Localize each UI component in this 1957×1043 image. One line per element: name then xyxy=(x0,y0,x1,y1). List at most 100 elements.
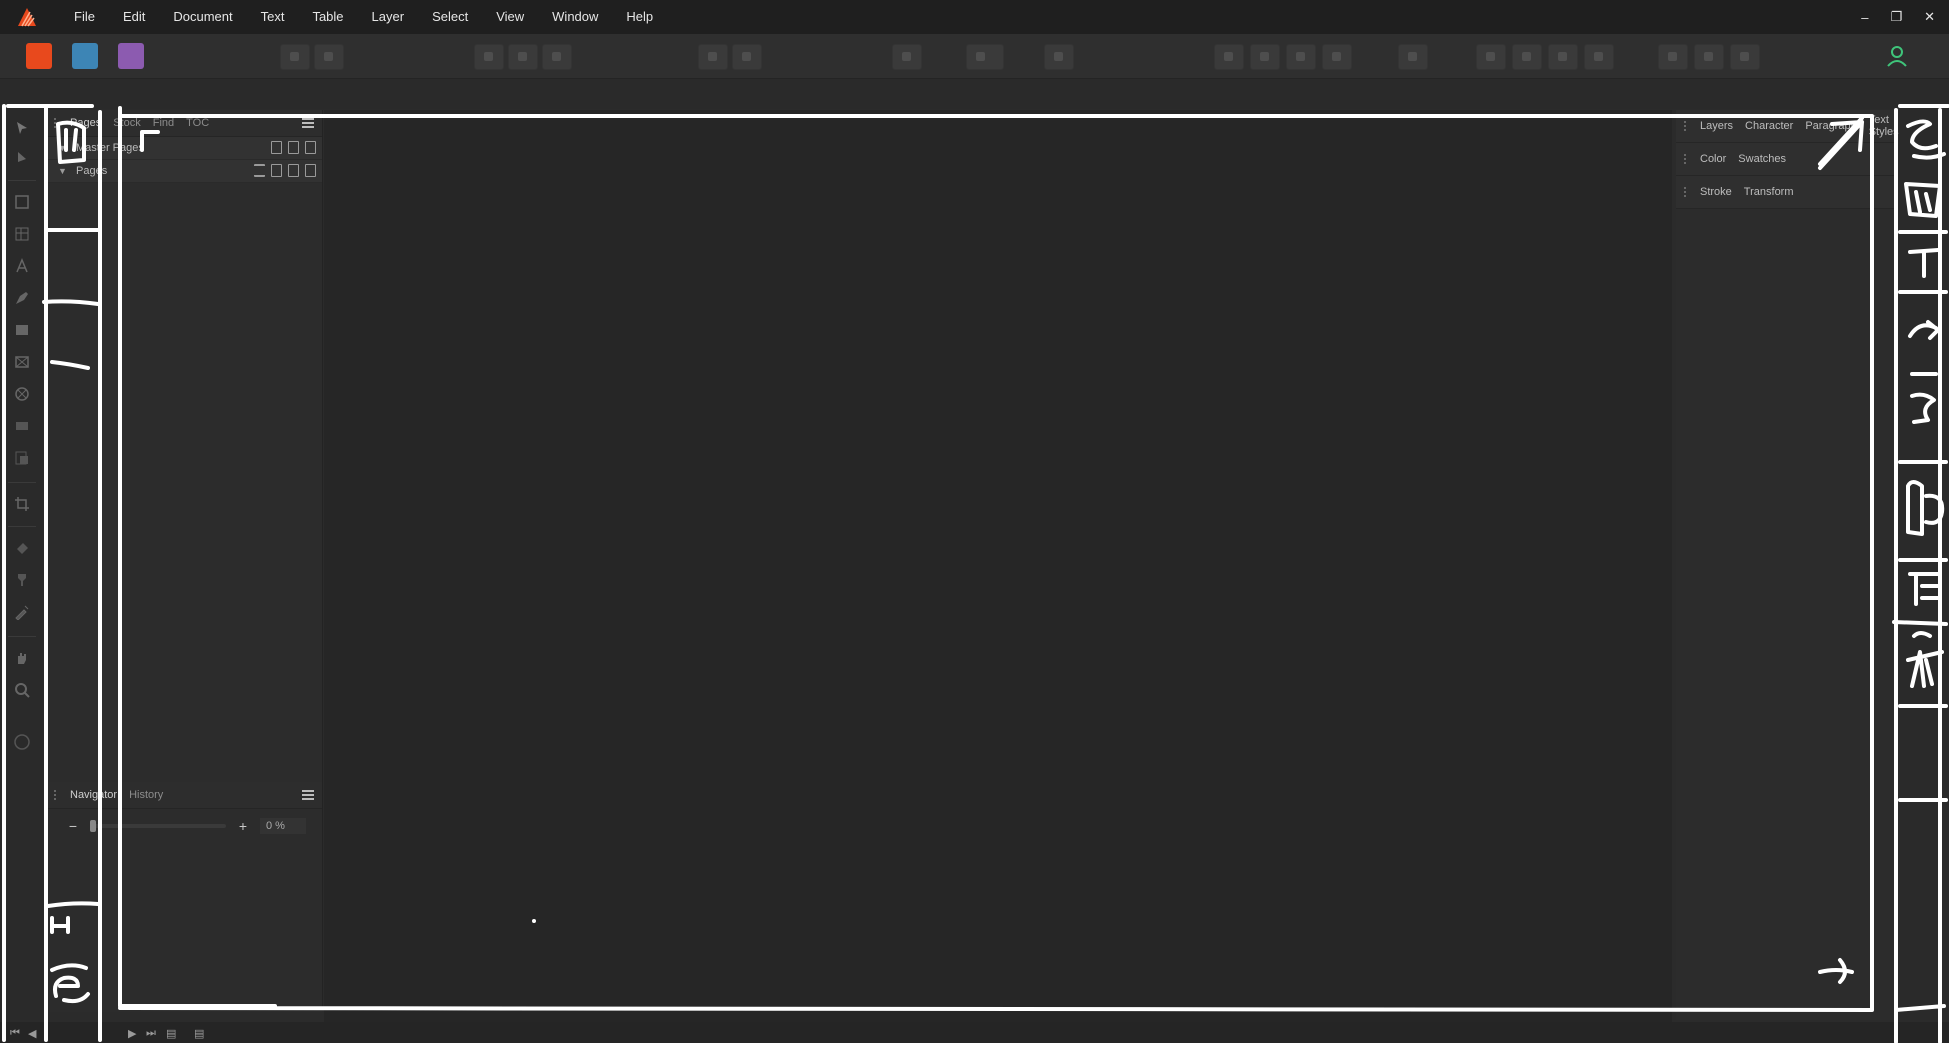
toolbar-button[interactable] xyxy=(1512,44,1542,70)
tab-pages[interactable]: Pages xyxy=(70,117,101,129)
toolbar-button[interactable] xyxy=(1476,44,1506,70)
menu-view[interactable]: View xyxy=(482,0,538,34)
snapping-button[interactable] xyxy=(1044,44,1074,70)
crop-tool-icon[interactable] xyxy=(14,496,30,512)
panel-grip-icon[interactable] xyxy=(54,118,62,128)
toolbar-button[interactable] xyxy=(732,44,762,70)
tab-color[interactable]: Color xyxy=(1700,153,1726,165)
designer-persona-icon[interactable] xyxy=(72,43,98,69)
panel-grip-icon[interactable] xyxy=(54,790,62,800)
menu-window[interactable]: Window xyxy=(538,0,612,34)
tab-find[interactable]: Find xyxy=(153,117,174,129)
tab-transform[interactable]: Transform xyxy=(1744,186,1794,198)
panel-menu-icon[interactable] xyxy=(302,790,314,800)
delete-page-icon[interactable] xyxy=(305,164,316,177)
tab-stock[interactable]: Stock xyxy=(113,117,141,129)
next-page-icon[interactable]: ▶ xyxy=(128,1027,136,1040)
zoom-tool-icon[interactable] xyxy=(14,682,30,698)
zoom-slider-knob[interactable] xyxy=(90,820,96,832)
toolbar-button[interactable] xyxy=(280,44,310,70)
delete-master-icon[interactable] xyxy=(305,141,316,154)
vector-crop-tool-icon[interactable] xyxy=(14,450,30,466)
frame-text-tool-icon[interactable] xyxy=(14,194,30,210)
spread-icon[interactable] xyxy=(254,164,265,177)
move-tool-icon[interactable] xyxy=(14,120,30,136)
menu-layer[interactable]: Layer xyxy=(358,0,419,34)
add-page-icon[interactable] xyxy=(271,164,282,177)
toolbar-button[interactable] xyxy=(1398,44,1428,70)
master-pages-section[interactable]: ▼ Master Pages xyxy=(46,137,322,160)
restore-icon[interactable]: ❐ xyxy=(1890,9,1902,25)
menu-table[interactable]: Table xyxy=(298,0,357,34)
transparency-tool-icon[interactable] xyxy=(14,572,30,588)
zoom-slider[interactable] xyxy=(90,820,226,832)
tab-layers[interactable]: Layers xyxy=(1700,120,1733,132)
minimize-icon[interactable]: – xyxy=(1861,10,1868,25)
toolbar-button[interactable] xyxy=(966,44,1004,70)
toolbar-button[interactable] xyxy=(508,44,538,70)
publisher-persona-icon[interactable] xyxy=(26,43,52,69)
previous-page-icon[interactable]: ◀ xyxy=(28,1027,36,1040)
node-tool-icon[interactable] xyxy=(14,150,30,166)
menu-select[interactable]: Select xyxy=(418,0,482,34)
panel-menu-icon[interactable] xyxy=(302,118,314,128)
panel-grip-icon[interactable] xyxy=(1684,187,1692,197)
page-view-icon[interactable]: ▤ xyxy=(166,1027,176,1040)
tab-history[interactable]: History xyxy=(129,789,163,801)
photo-persona-icon[interactable] xyxy=(118,43,144,69)
toolbar-button[interactable] xyxy=(1250,44,1280,70)
toolbar-button[interactable] xyxy=(1548,44,1578,70)
panel-grip-icon[interactable] xyxy=(1684,121,1692,131)
menu-file[interactable]: File xyxy=(60,0,109,34)
color-wheel-icon[interactable] xyxy=(14,734,30,750)
last-page-icon[interactable]: ⏭ xyxy=(146,1027,156,1040)
tab-stroke[interactable]: Stroke xyxy=(1700,186,1732,198)
tab-character[interactable]: Character xyxy=(1745,120,1793,132)
pen-tool-icon[interactable] xyxy=(14,290,30,306)
menu-edit[interactable]: Edit xyxy=(109,0,159,34)
fill-tool-icon[interactable] xyxy=(14,540,30,556)
pages-section[interactable]: ▼ Pages xyxy=(46,160,322,183)
menu-text[interactable]: Text xyxy=(247,0,299,34)
chevron-down-icon[interactable]: ▼ xyxy=(58,143,70,153)
toolbar-button[interactable] xyxy=(1286,44,1316,70)
menu-document[interactable]: Document xyxy=(159,0,246,34)
toolbar-button[interactable] xyxy=(1730,44,1760,70)
hand-tool-icon[interactable] xyxy=(14,650,30,666)
tab-navigator[interactable]: Navigator xyxy=(70,789,117,801)
picture-frame-tool-icon[interactable] xyxy=(14,354,30,370)
toolbar-button[interactable] xyxy=(1584,44,1614,70)
tab-paragraph[interactable]: Paragraph xyxy=(1805,120,1856,132)
toolbar-button[interactable] xyxy=(1694,44,1724,70)
duplicate-master-icon[interactable] xyxy=(288,141,299,154)
toolbar-button[interactable] xyxy=(542,44,572,70)
rectangle-tool-icon[interactable] xyxy=(14,322,30,338)
tab-swatches[interactable]: Swatches xyxy=(1738,153,1786,165)
add-master-icon[interactable] xyxy=(271,141,282,154)
panel-grip-icon[interactable] xyxy=(1684,154,1692,164)
place-image-tool-icon[interactable] xyxy=(14,418,30,434)
duplicate-page-icon[interactable] xyxy=(288,164,299,177)
toolbar-button[interactable] xyxy=(474,44,504,70)
chevron-down-icon[interactable]: ▼ xyxy=(58,166,70,176)
zoom-out-icon[interactable]: − xyxy=(66,819,80,833)
toolbar-button[interactable] xyxy=(1658,44,1688,70)
toolbar-button[interactable] xyxy=(892,44,922,70)
color-picker-tool-icon[interactable] xyxy=(14,604,30,621)
zoom-in-icon[interactable]: + xyxy=(236,819,250,833)
account-icon[interactable] xyxy=(1883,42,1911,70)
toolbar-button[interactable] xyxy=(1214,44,1244,70)
table-tool-icon[interactable] xyxy=(14,226,30,242)
spread-view-icon[interactable]: ▤ xyxy=(194,1027,204,1040)
artistic-text-tool-icon[interactable] xyxy=(14,258,30,274)
document-canvas[interactable] xyxy=(324,110,1672,1022)
zoom-value[interactable]: 0 % xyxy=(260,818,306,834)
toolbar-button[interactable] xyxy=(698,44,728,70)
tab-text-styles[interactable]: Text Styles xyxy=(1869,114,1899,138)
close-icon[interactable]: ✕ xyxy=(1924,9,1935,25)
tab-toc[interactable]: TOC xyxy=(186,117,209,129)
first-page-icon[interactable]: ⏮ xyxy=(10,1027,20,1040)
ellipse-frame-tool-icon[interactable] xyxy=(14,386,30,402)
menu-help[interactable]: Help xyxy=(612,0,667,34)
toolbar-button[interactable] xyxy=(314,44,344,70)
